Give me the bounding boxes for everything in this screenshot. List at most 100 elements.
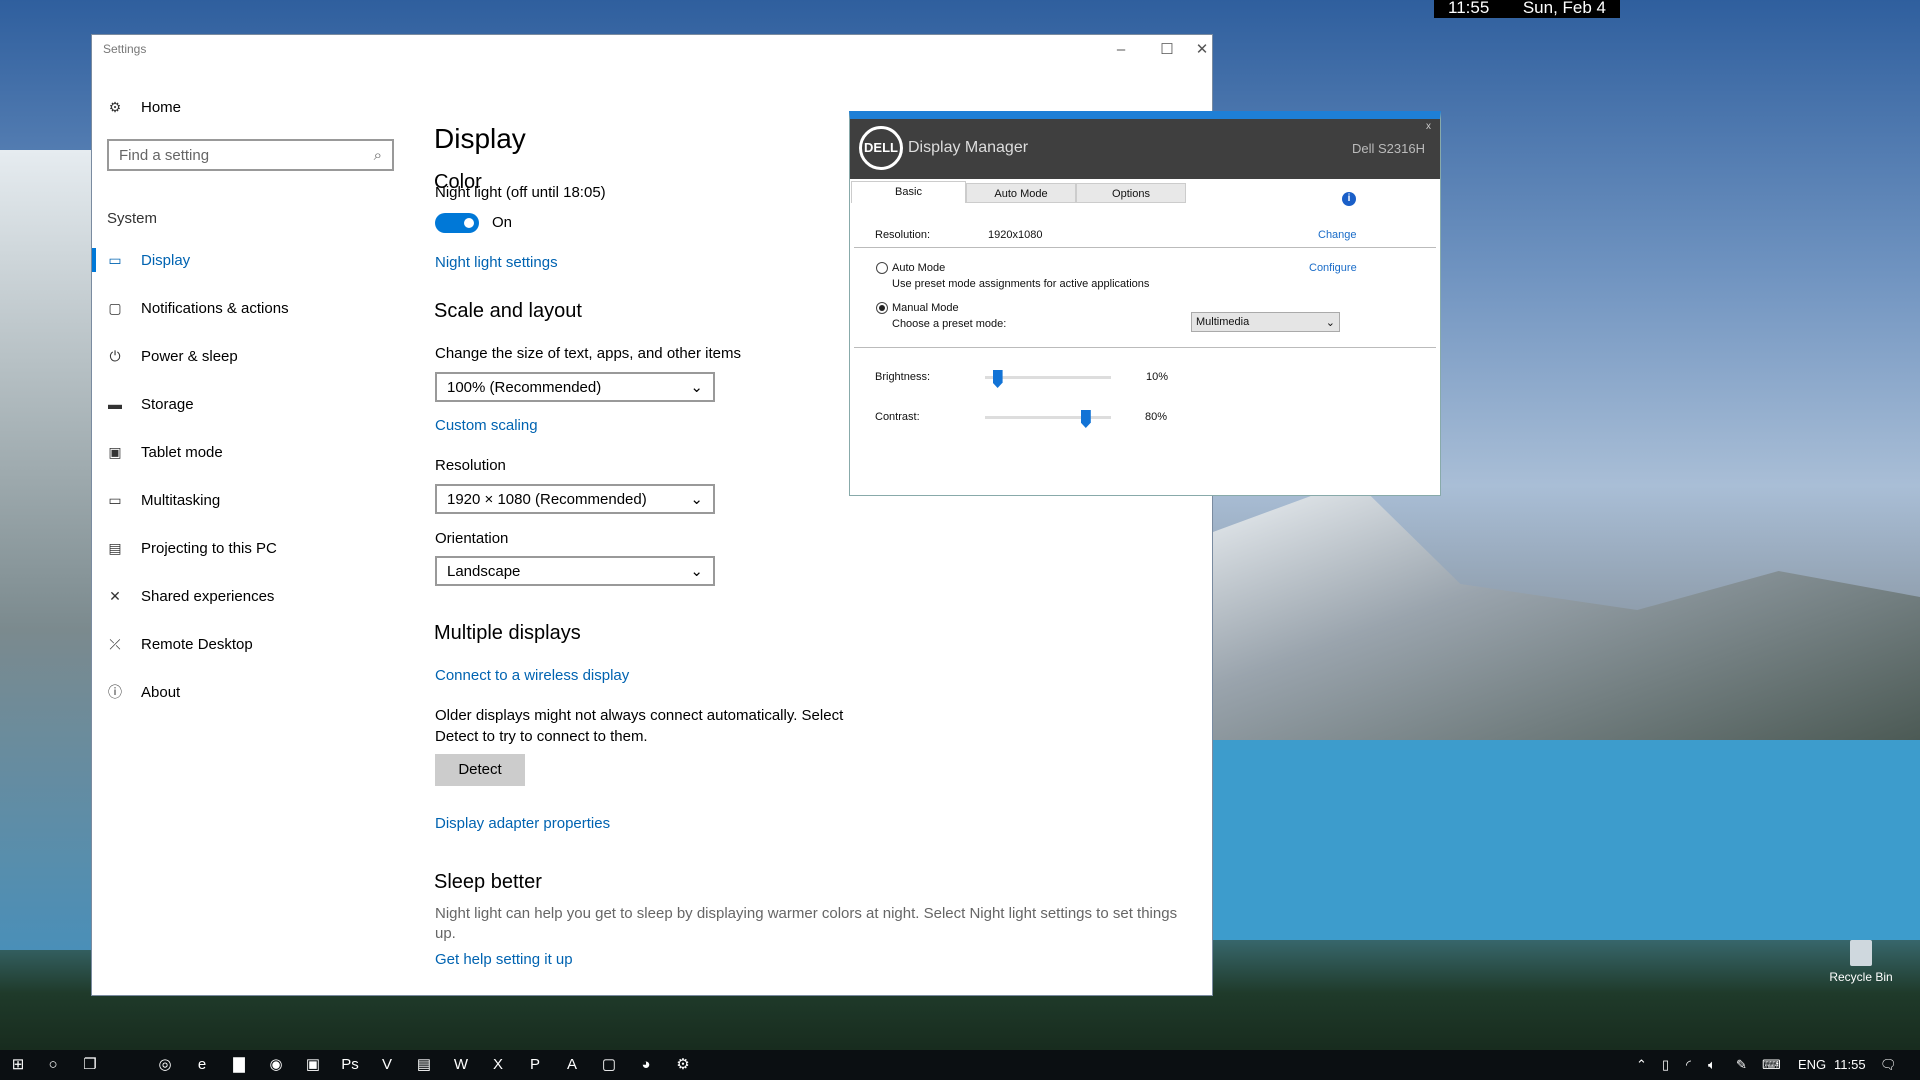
scale-dropdown[interactable]: 100% (Recommended) ⌄ [435, 372, 715, 402]
dell-close-button[interactable]: x [1426, 121, 1431, 132]
night-light-toggle[interactable] [435, 213, 479, 233]
recycle-bin-icon [1850, 940, 1872, 966]
notepad-icon[interactable]: ▤ [409, 1050, 439, 1080]
sidebar-item-power-sleep[interactable]: ⏻ Power & sleep [92, 336, 392, 376]
language-indicator[interactable]: ENG [1798, 1050, 1826, 1080]
sidebar-home[interactable]: ⚙ Home [92, 87, 392, 127]
sidebar-item-remote-desktop[interactable]: ⤫ Remote Desktop [92, 624, 392, 664]
chevron-down-icon: ⌄ [690, 379, 703, 396]
page-title: Display [434, 123, 526, 154]
desktop-wallpaper-mountain [1213, 480, 1920, 740]
usb-icon[interactable]: ▯ [1662, 1050, 1669, 1080]
settings-icon[interactable]: ⚙ [668, 1050, 698, 1080]
chevron-down-icon: ⌄ [690, 491, 703, 508]
action-center-icon[interactable]: 🗨︎ [1880, 1050, 1897, 1080]
sleep-text-2: up. [435, 925, 456, 942]
orientation-label: Orientation [435, 530, 509, 547]
sidebar-item-shared-experiences[interactable]: ✕ Shared experiences [92, 576, 392, 616]
preset-mode-value: Multimedia [1196, 316, 1250, 328]
chrome-icon[interactable]: ◉ [261, 1050, 291, 1080]
show-hidden-icons[interactable]: ⌃ [1636, 1050, 1647, 1080]
sidebar-item-display[interactable]: ▭ Display [92, 240, 392, 280]
scale-heading: Scale and layout [434, 300, 582, 322]
keyboard-icon[interactable]: ⌨ [1762, 1050, 1781, 1080]
app-square-icon[interactable]: ▢ [594, 1050, 624, 1080]
search-input[interactable]: Find a setting ⌕ [107, 139, 394, 171]
taskbar: ⊞ ○ ❐ ◎ e ▇ ◉ ▣ Ps V ▤ W X P A ▢ ◕ ⚙ ⌃ ▯ ◜ 🔈︎ ✎ ⌨ ENG … [0, 1050, 1920, 1080]
projecting-icon: ▤ [108, 539, 122, 556]
older-displays-text: Older displays might not always connect … [435, 707, 844, 724]
brightness-value: 10% [1146, 371, 1169, 383]
auto-mode-radio[interactable] [876, 262, 888, 274]
sidebar-item-notifications-actions[interactable]: ▢ Notifications & actions [92, 288, 392, 328]
search-button[interactable]: ○ [38, 1050, 68, 1080]
scale-value: 100% (Recommended) [447, 378, 602, 396]
visio-icon[interactable]: V [372, 1050, 402, 1080]
recycle-bin-label: Recycle Bin [1829, 970, 1893, 984]
sidebar-item-projecting-to-this-pc[interactable]: ▤ Projecting to this PC [92, 528, 392, 568]
close-button[interactable]: ✕ [1190, 35, 1214, 65]
file-explorer-icon[interactable]: ▇ [224, 1050, 254, 1080]
task-view-button[interactable]: ❐ [75, 1050, 105, 1080]
sidebar-item-label: Tablet mode [141, 443, 223, 461]
detect-button[interactable]: Detect [435, 754, 525, 786]
auto-mode-label: Auto Mode [892, 262, 946, 274]
powerpoint-icon[interactable]: P [520, 1050, 550, 1080]
dell-title: Display Manager [908, 139, 1029, 156]
configure-link[interactable]: Configure [1309, 262, 1357, 274]
dell-header: DELL Display Manager Dell S2316H x [850, 119, 1440, 179]
word-icon[interactable]: W [446, 1050, 476, 1080]
custom-scaling-link[interactable]: Custom scaling [435, 417, 538, 434]
sidebar-item-label: Notifications & actions [141, 299, 289, 317]
contrast-slider-track[interactable] [985, 416, 1111, 419]
pen-icon[interactable]: ✎ [1736, 1050, 1747, 1080]
dell-resolution-label: Resolution: [875, 229, 931, 241]
get-help-link[interactable]: Get help setting it up [435, 951, 573, 968]
tab-options[interactable]: Options [1076, 183, 1186, 203]
orientation-dropdown[interactable]: Landscape ⌄ [435, 556, 715, 586]
tab-basic[interactable]: Basic [851, 181, 966, 203]
photoshop-icon[interactable]: Ps [335, 1050, 365, 1080]
app-icon[interactable]: ▣ [298, 1050, 328, 1080]
gear-icon: ⚙ [108, 98, 122, 115]
display-adapter-properties-link[interactable]: Display adapter properties [435, 815, 610, 832]
manual-mode-radio[interactable] [876, 302, 888, 314]
steam-icon[interactable]: ◕ [631, 1050, 661, 1080]
night-light-settings-link[interactable]: Night light settings [435, 254, 558, 271]
tab-auto-mode[interactable]: Auto Mode [966, 183, 1076, 203]
sidebar-item-label: Remote Desktop [141, 635, 253, 653]
recycle-bin[interactable]: Recycle Bin [1826, 940, 1896, 984]
resolution-value: 1920 × 1080 (Recommended) [447, 490, 647, 508]
search-icon: ⌕ [373, 146, 382, 164]
contrast-label: Contrast: [875, 411, 920, 423]
shared-icon: ✕ [109, 587, 121, 604]
excel-icon[interactable]: X [483, 1050, 513, 1080]
volume-icon[interactable]: 🔈︎ [1708, 1050, 1716, 1080]
sidebar-item-label: Storage [141, 395, 194, 413]
resolution-dropdown[interactable]: 1920 × 1080 (Recommended) ⌄ [435, 484, 715, 514]
wifi-icon[interactable]: ◜ [1686, 1050, 1691, 1080]
maximize-button[interactable]: ☐ [1144, 35, 1190, 65]
access-icon[interactable]: A [557, 1050, 587, 1080]
sidebar-item-label: Display [141, 251, 191, 269]
preset-mode-dropdown[interactable]: Multimedia ⌄ [1191, 312, 1340, 332]
brightness-slider-thumb[interactable] [992, 370, 1003, 388]
sidebar-item-storage[interactable]: ▬ Storage [92, 384, 392, 424]
info-icon[interactable]: i [1342, 192, 1356, 206]
sidebar-item-tablet-mode[interactable]: ▣ Tablet mode [92, 432, 392, 472]
connect-wireless-link[interactable]: Connect to a wireless display [435, 667, 629, 684]
change-link[interactable]: Change [1318, 229, 1357, 241]
cortana-ring-icon[interactable]: ◎ [150, 1050, 180, 1080]
monitor-icon: ▭ [108, 251, 122, 268]
sidebar-item-multitasking[interactable]: ▭ Multitasking [92, 480, 392, 520]
start-button[interactable]: ⊞ [3, 1050, 33, 1080]
manual-mode-label: Manual Mode [892, 302, 959, 314]
edge-icon[interactable]: e [187, 1050, 217, 1080]
taskbar-clock[interactable]: 11:55 [1834, 1050, 1866, 1080]
minimize-button[interactable]: – [1098, 35, 1144, 65]
overlay-date: Sun, Feb 4 [1522, 0, 1606, 17]
brightness-slider-track[interactable] [985, 376, 1111, 379]
chevron-down-icon: ⌄ [1325, 316, 1335, 329]
contrast-slider-thumb[interactable] [1080, 410, 1091, 428]
sidebar-item-about[interactable]: ⓘ About [92, 672, 392, 712]
